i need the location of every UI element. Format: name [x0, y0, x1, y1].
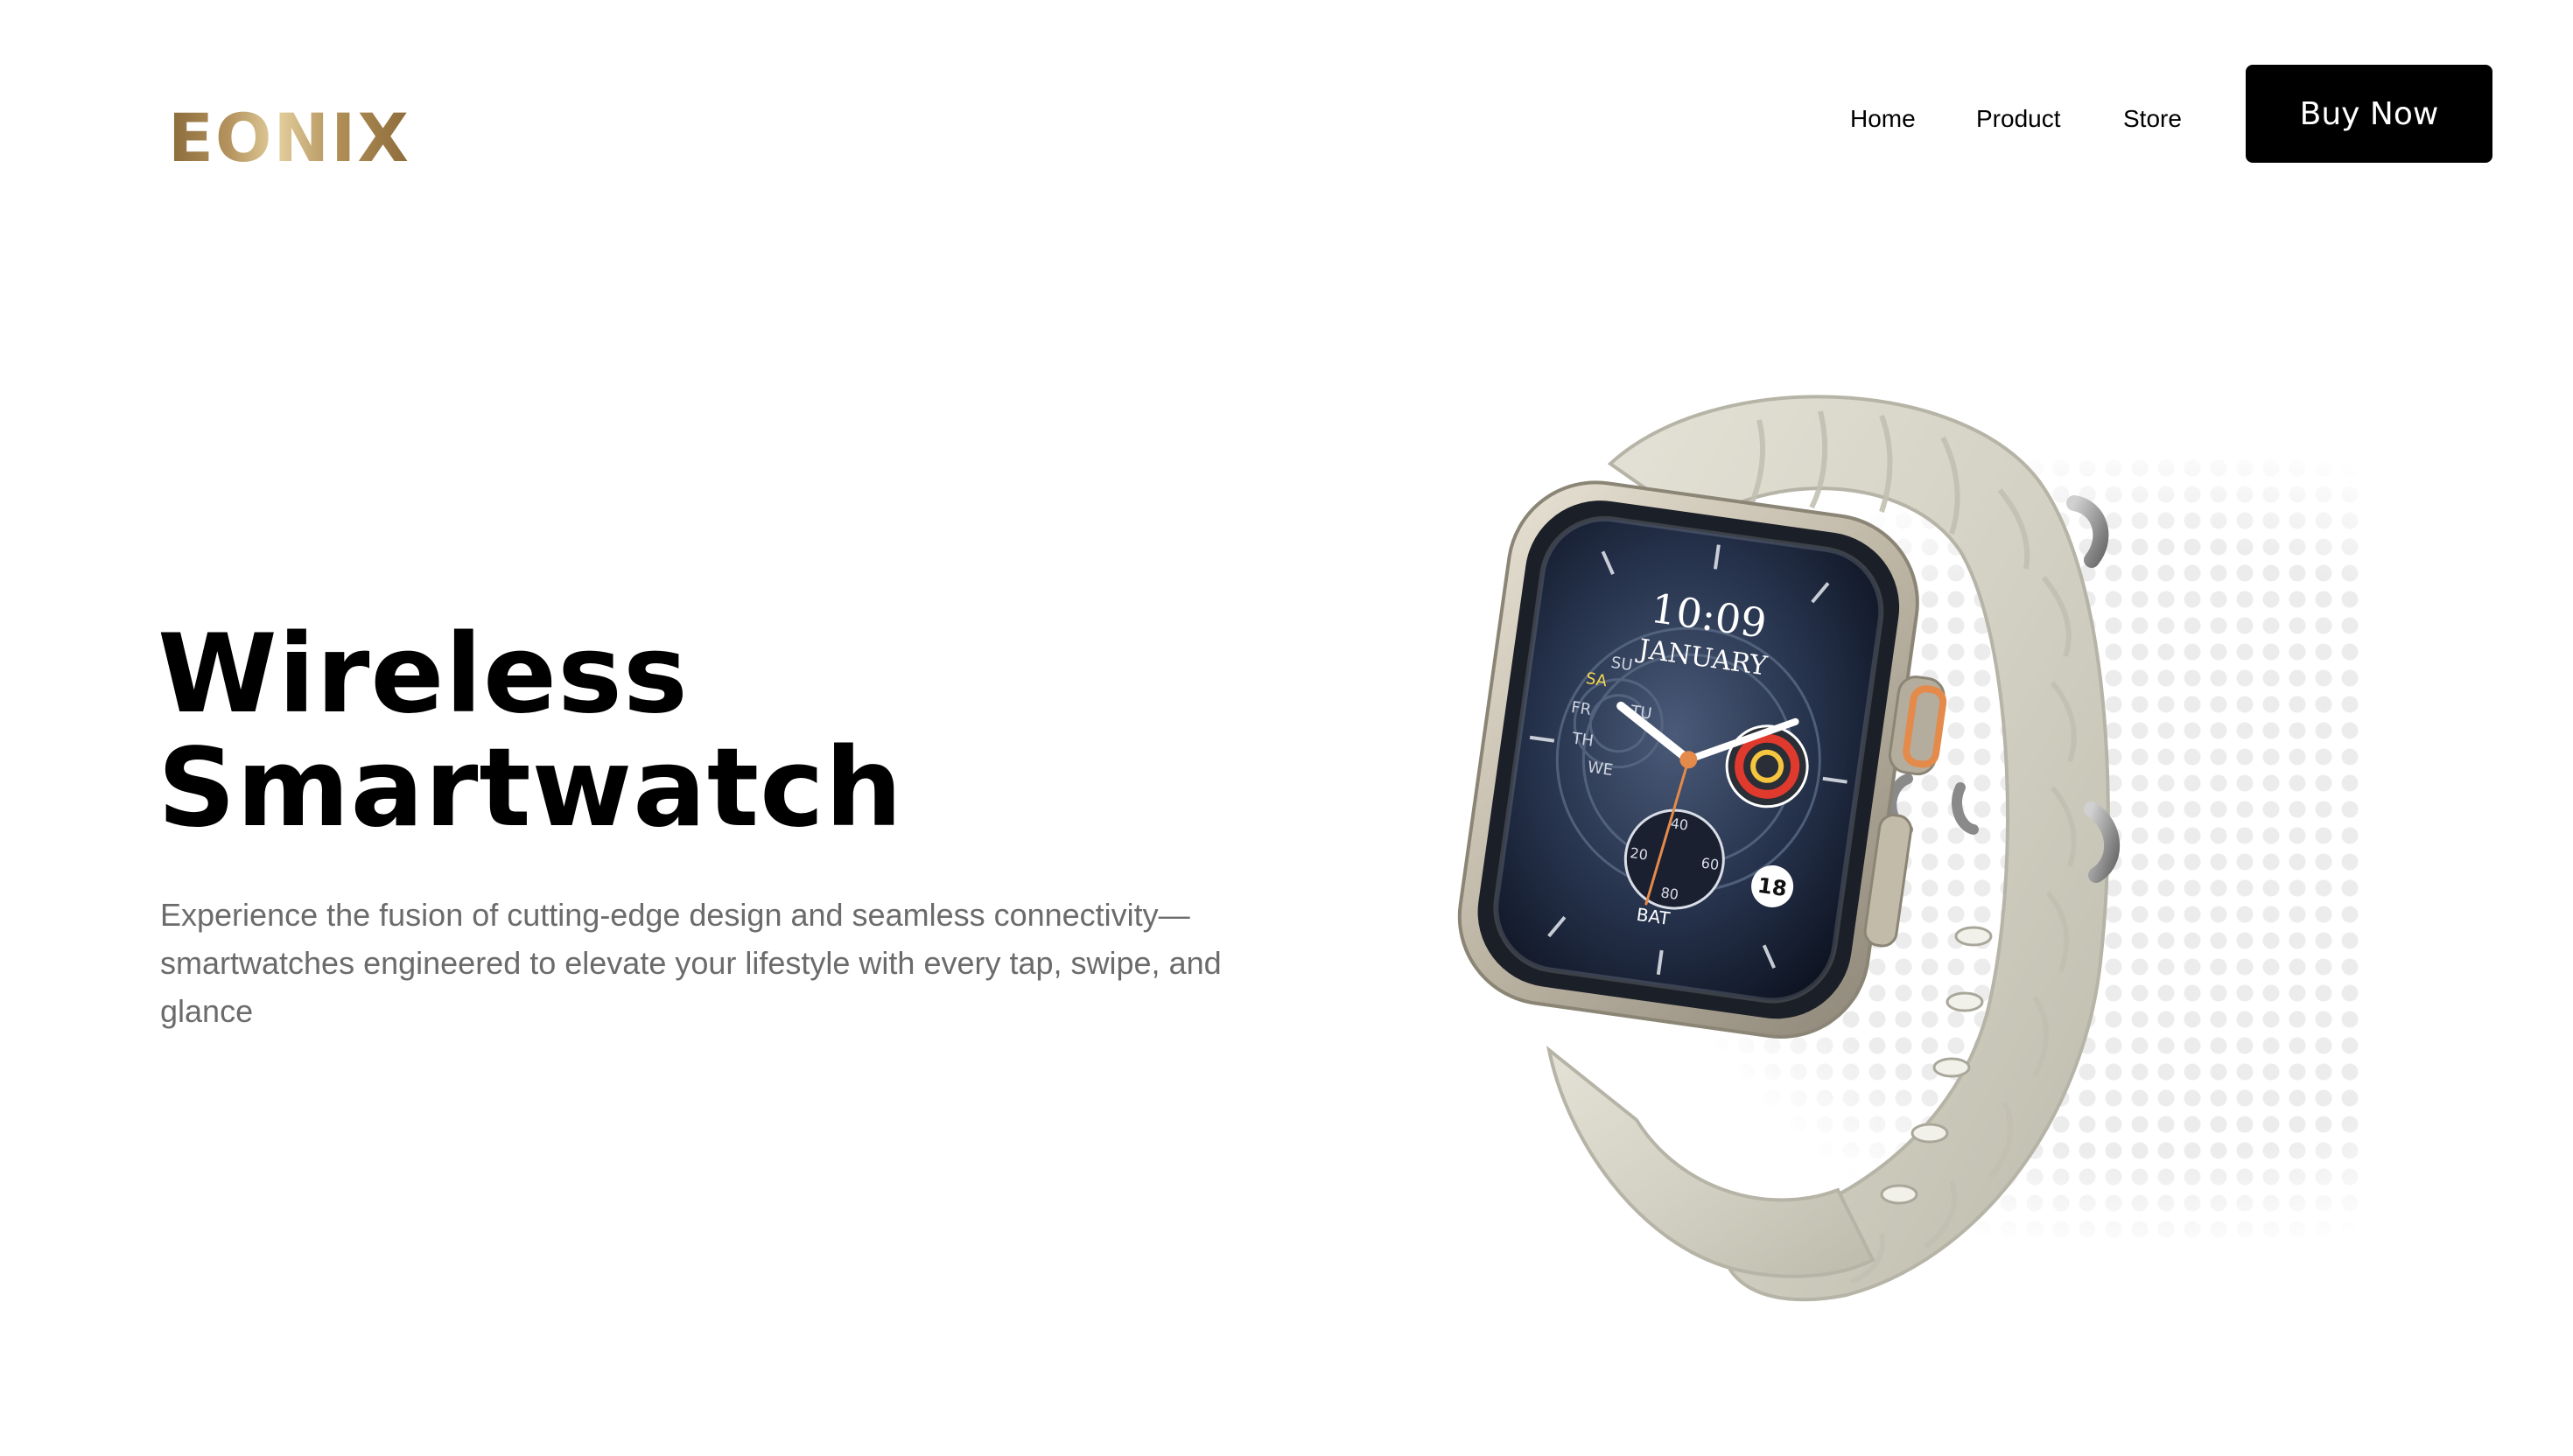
nav-link-product[interactable]: Product	[1976, 102, 2061, 136]
watch-face: 10:09 JANUARY 20 40 60 80 BAT SU SA FR T…	[1493, 515, 1884, 1004]
weekday-sa: SA	[1585, 669, 1609, 690]
weekday-we: WE	[1587, 758, 1615, 780]
smartwatch-product-image: 10:09 JANUARY 20 40 60 80 BAT SU SA FR T…	[1348, 350, 2310, 1312]
hero-description: Experience the fusion of cutting-edge de…	[160, 897, 1222, 1029]
weekday-su: SU	[1609, 654, 1633, 675]
subdial-number-80: 80	[1659, 884, 1679, 903]
buy-now-button[interactable]: Buy Now	[2246, 65, 2492, 163]
watch-date: 18	[1756, 873, 1788, 901]
main-nav: Home Product Store	[0, 102, 2573, 136]
hero-title-line-2: Smartwatch	[158, 725, 903, 851]
subdial-number-20: 20	[1629, 844, 1649, 864]
weekday-fr: FR	[1570, 698, 1593, 719]
weekday-th: TH	[1570, 729, 1595, 750]
hero-title-line-1: Wireless	[158, 612, 689, 738]
nav-link-store[interactable]: Store	[2123, 102, 2182, 136]
subdial-number-60: 60	[1700, 854, 1721, 873]
watch-case: 10:09 JANUARY 20 40 60 80 BAT SU SA FR T…	[1457, 480, 1947, 1040]
hero-title: Wireless Smartwatch	[158, 618, 903, 845]
nav-link-home[interactable]: Home	[1850, 102, 1916, 136]
